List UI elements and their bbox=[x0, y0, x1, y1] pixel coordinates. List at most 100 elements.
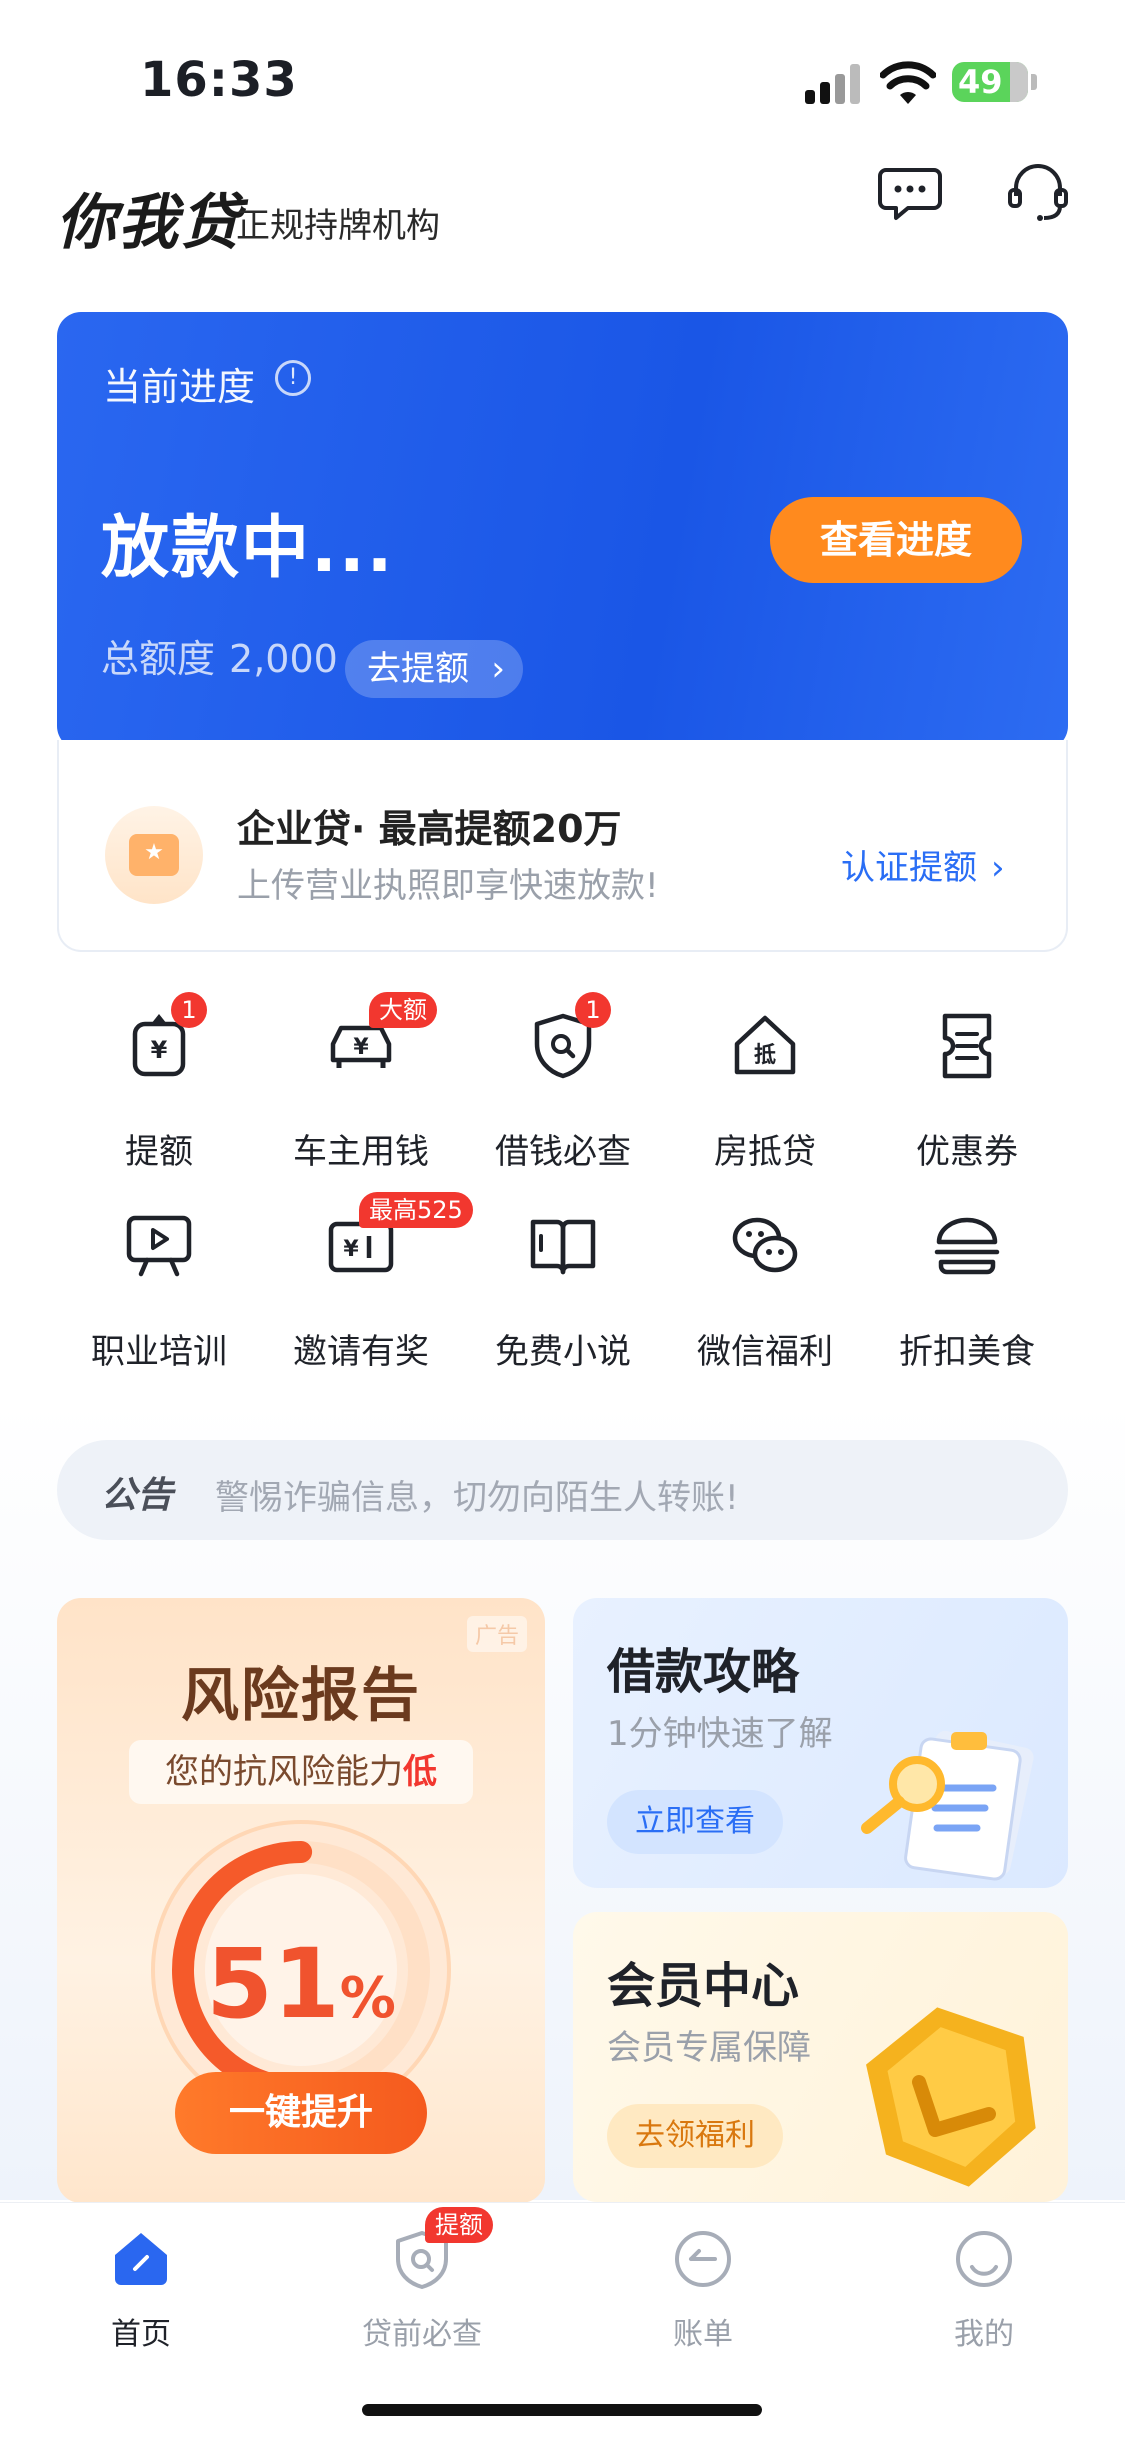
grid-item-wechat-benefit[interactable]: 微信福利 bbox=[665, 1210, 865, 1380]
tab-bill[interactable]: 账单 bbox=[562, 2203, 844, 2363]
message-icon[interactable] bbox=[878, 160, 942, 224]
member-center-subtitle: 会员专属保障 bbox=[607, 2028, 811, 2068]
announcement-tag: 公告 bbox=[101, 1475, 174, 1516]
coupon-icon bbox=[942, 1013, 992, 1079]
claim-benefit-button[interactable]: 去领福利 bbox=[607, 2104, 783, 2168]
customer-service-icon[interactable] bbox=[1006, 160, 1070, 224]
app-slogan: 正规持牌机构 bbox=[236, 206, 440, 246]
risk-report-title: 风险报告 bbox=[180, 1661, 421, 1729]
grid-item-label: 微信福利 bbox=[697, 1332, 833, 1372]
grid-item-label: 车主用钱 bbox=[293, 1132, 429, 1172]
grid-item-label: 免费小说 bbox=[495, 1332, 631, 1372]
boost-button[interactable]: 一键提升 bbox=[175, 2072, 427, 2154]
quota-label: 总额度 bbox=[101, 637, 216, 681]
business-loan-title: 企业贷· 最高提额20万 bbox=[237, 807, 622, 851]
max-reward-badge: 最高525 bbox=[359, 1192, 473, 1228]
grid-item-label: 职业培训 bbox=[91, 1332, 227, 1372]
clipboard-magnifier-icon bbox=[861, 1730, 1034, 1881]
svg-text:抵: 抵 bbox=[754, 1043, 776, 1068]
cellular-signal-icon bbox=[805, 62, 865, 104]
info-icon[interactable]: ! bbox=[275, 360, 311, 396]
risk-report-card[interactable]: 广告 风险报告 您的抗风险能力低 51% 一键提升 bbox=[57, 1598, 545, 2203]
grid-item-label: 折扣美食 bbox=[899, 1332, 1035, 1372]
verify-raise-label: 认证提额 bbox=[841, 848, 977, 888]
risk-percent: 51% bbox=[57, 1928, 545, 2040]
svg-text:¥: ¥ bbox=[151, 1036, 168, 1064]
grid-item-invite-reward[interactable]: ¥ 最高525 邀请有奖 bbox=[261, 1192, 473, 1380]
bill-icon bbox=[675, 2231, 731, 2287]
wechat-icon bbox=[732, 1217, 798, 1273]
app-header: 你我贷 正规持牌机构 bbox=[0, 160, 1125, 260]
tab-label: 账单 bbox=[673, 2317, 733, 2352]
business-license-icon: ★ bbox=[105, 806, 203, 904]
book-icon bbox=[530, 1219, 596, 1275]
tab-profile[interactable]: 我的 bbox=[843, 2203, 1125, 2363]
grid-item-car-loan[interactable]: ¥ 大额 车主用钱 bbox=[261, 992, 461, 1180]
grid-item-label: 房抵贷 bbox=[714, 1132, 816, 1172]
announcement-message: 警惕诈骗信息，切勿向陌生人转账! bbox=[215, 1478, 739, 1518]
risk-percent-sign: % bbox=[339, 1966, 396, 2031]
grid-item-discount-food[interactable]: 折扣美食 bbox=[867, 1210, 1067, 1380]
loan-status: 放款中... bbox=[101, 509, 395, 588]
business-loan-subtitle: 上传营业执照即享快速放款! bbox=[237, 866, 659, 906]
view-now-button[interactable]: 立即查看 bbox=[607, 1790, 783, 1854]
notification-badge: 1 bbox=[171, 992, 207, 1028]
risk-ability-prefix: 您的抗风险能力 bbox=[165, 1752, 403, 1792]
raise-quota-badge: 提额 bbox=[425, 2207, 493, 2243]
battery-icon: 49 bbox=[952, 62, 1028, 102]
grid-item-label: 邀请有奖 bbox=[293, 1332, 429, 1372]
chevron-right-icon: › bbox=[491, 649, 505, 689]
loan-progress-card: 当前进度 ! 放款中... 查看进度 总额度 2,000 去提额 › bbox=[57, 312, 1068, 750]
chevron-right-icon: › bbox=[991, 848, 1005, 888]
ad-label: 广告 bbox=[466, 1616, 527, 1652]
tab-label: 贷前必查 bbox=[362, 2317, 482, 2352]
loan-guide-title: 借款攻略 bbox=[607, 1644, 800, 1700]
profile-icon bbox=[956, 2231, 1012, 2287]
grid-item-label: 借钱必查 bbox=[495, 1132, 631, 1172]
raise-quota-label: 去提额 bbox=[367, 649, 469, 689]
grid-item-loan-check[interactable]: 1 借钱必查 bbox=[463, 992, 663, 1180]
tab-label: 首页 bbox=[111, 2317, 171, 2352]
grid-item-training[interactable]: 职业培训 bbox=[59, 1210, 259, 1380]
business-loan-card[interactable]: ★ 企业贷· 最高提额20万 上传营业执照即享快速放款! 认证提额 › bbox=[57, 740, 1068, 952]
home-icon bbox=[115, 2233, 167, 2285]
burger-icon bbox=[934, 1217, 1000, 1275]
tab-pre-loan-check[interactable]: 提额 贷前必查 bbox=[281, 2203, 563, 2363]
svg-text:¥: ¥ bbox=[353, 1035, 369, 1060]
grid-item-label: 提额 bbox=[125, 1132, 193, 1172]
home-indicator bbox=[362, 2404, 762, 2416]
notification-badge: 1 bbox=[575, 992, 611, 1028]
total-quota: 总额度 2,000 bbox=[101, 628, 338, 683]
grid-item-raise-quota[interactable]: ¥ 1 提额 bbox=[59, 992, 259, 1180]
status-time: 16:33 bbox=[140, 52, 298, 108]
grid-item-house-mortgage[interactable]: 抵 房抵贷 bbox=[665, 1010, 865, 1180]
risk-level: 低 bbox=[403, 1752, 437, 1792]
view-progress-button[interactable]: 查看进度 bbox=[770, 497, 1022, 583]
member-center-title: 会员中心 bbox=[607, 1958, 800, 2014]
house-mortgage-icon: 抵 bbox=[734, 1015, 796, 1075]
battery-level: 49 bbox=[958, 63, 1003, 101]
member-center-card[interactable]: 会员中心 会员专属保障 去领福利 bbox=[573, 1912, 1068, 2202]
grid-item-coupon[interactable]: 优惠券 bbox=[867, 1010, 1067, 1180]
loan-guide-card[interactable]: 借款攻略 1分钟快速了解 立即查看 bbox=[573, 1598, 1068, 1888]
tab-home[interactable]: 首页 bbox=[0, 2203, 282, 2363]
risk-percent-value: 51 bbox=[206, 1928, 340, 2040]
app-logo: 你我贷 bbox=[56, 188, 242, 258]
large-amount-badge: 大额 bbox=[369, 992, 437, 1028]
svg-text:¥: ¥ bbox=[343, 1237, 359, 1262]
risk-ability-label: 您的抗风险能力低 bbox=[129, 1740, 473, 1804]
announcement-bar[interactable]: 公告 警惕诈骗信息，切勿向陌生人转账! bbox=[57, 1440, 1068, 1540]
progress-title: 当前进度 bbox=[103, 365, 256, 409]
raise-quota-button[interactable]: 去提额 › bbox=[345, 640, 523, 698]
grid-item-free-novel[interactable]: 免费小说 bbox=[463, 1210, 663, 1380]
battery-cap bbox=[1031, 74, 1037, 90]
quota-value: 2,000 bbox=[229, 637, 338, 681]
loan-guide-subtitle: 1分钟快速了解 bbox=[607, 1714, 833, 1754]
tab-label: 我的 bbox=[954, 2317, 1014, 2352]
wifi-icon bbox=[880, 61, 936, 104]
grid-item-label: 优惠券 bbox=[916, 1132, 1018, 1172]
verify-raise-link[interactable]: 认证提额 › bbox=[841, 840, 1005, 889]
status-bar: 16:33 49 bbox=[0, 0, 1125, 140]
gold-badge-icon bbox=[866, 2007, 1036, 2187]
training-icon bbox=[126, 1215, 192, 1277]
